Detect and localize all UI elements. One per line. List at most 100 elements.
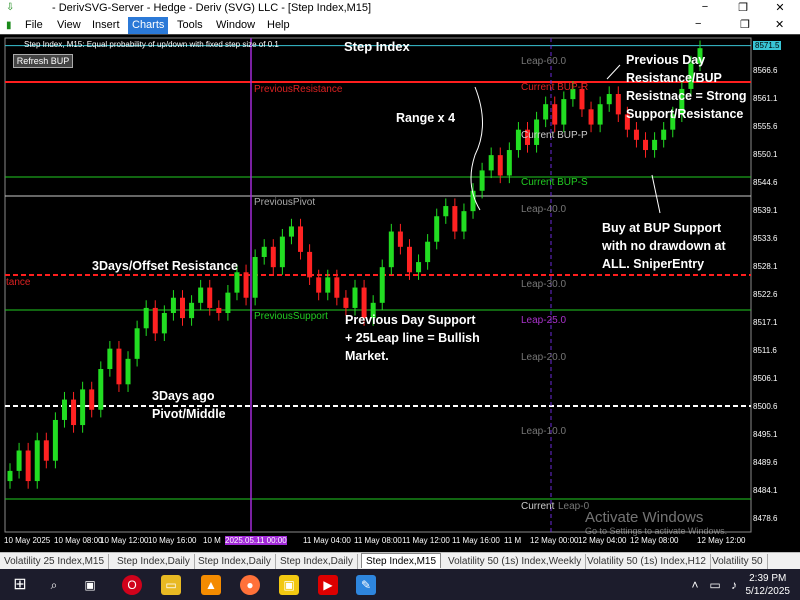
resistance-arrow: [606, 64, 621, 80]
vlc-icon[interactable]: ▲: [201, 575, 221, 595]
candle-body: [652, 139, 658, 151]
candle-body: [270, 246, 276, 268]
time-tick-label: 11 May 08:00: [354, 536, 402, 545]
network-icon[interactable]: ▭: [705, 575, 725, 595]
candle-body: [425, 241, 431, 263]
candle-body: [379, 267, 385, 303]
price-tick-label: 8550.1: [753, 149, 778, 159]
candle-body: [606, 94, 612, 105]
refresh-bup-button[interactable]: Refresh BUP: [13, 54, 73, 68]
candle-body: [34, 440, 40, 482]
menu-tools[interactable]: Tools: [177, 19, 203, 31]
chart-tab[interactable]: Volatility 50 (1s) Index,H12: [583, 554, 711, 569]
time-tick-label: 12 May 12:00: [697, 536, 746, 545]
opera-icon[interactable]: O: [122, 575, 142, 595]
menu-file[interactable]: File: [25, 19, 43, 31]
price-tick-label: 8571.5: [753, 40, 782, 50]
candle-body: [288, 226, 294, 237]
candle-body: [152, 307, 158, 334]
app-yellow-icon[interactable]: ▣: [279, 575, 299, 595]
task-view-icon[interactable]: ▣: [80, 575, 100, 595]
candle-body: [561, 99, 567, 125]
close-button[interactable]: ✕: [765, 1, 795, 14]
time-tick-label: 11 May 12:00: [402, 536, 450, 545]
child-close[interactable]: ✕: [775, 18, 784, 31]
child-restore[interactable]: ❐: [740, 18, 750, 31]
chart-icon: ▮: [6, 20, 12, 31]
chart-tab[interactable]: Step Index,Daily: [276, 554, 358, 569]
restore-button[interactable]: ❐: [728, 1, 758, 14]
offset-resistance-annotation: 3Days/Offset Resistance: [92, 259, 238, 273]
search-icon[interactable]: ⌕: [44, 575, 64, 595]
deriv-icon[interactable]: ▶: [318, 575, 338, 595]
range-annotation: Range x 4: [396, 111, 456, 125]
candle-body: [343, 297, 349, 308]
candle-body: [170, 297, 176, 314]
taskbar-clock[interactable]: 2:39 PM 5/12/2025: [746, 572, 791, 598]
file-explorer-icon[interactable]: ▭: [161, 575, 181, 595]
candle-body: [615, 94, 621, 115]
price-tick-label: 8484.1: [753, 485, 778, 495]
menu-charts[interactable]: Charts: [128, 17, 169, 34]
candle-body: [552, 104, 558, 125]
menu-help[interactable]: Help: [267, 19, 290, 31]
price-tick-label: 8517.1: [753, 317, 778, 327]
candle-body: [180, 297, 185, 319]
chart-window[interactable]: Step Index, M15: Equal probability of up…: [0, 34, 800, 550]
leap20-label: Leap-20.0: [521, 352, 567, 363]
candle-body: [43, 440, 49, 461]
time-tick-label: 12 May 08:00: [630, 536, 679, 545]
candle-body: [125, 358, 131, 385]
price-tick-label: 8539.1: [753, 205, 778, 215]
time-tick-label: 12 May 00:00: [530, 536, 579, 545]
candle-body: [207, 287, 213, 308]
chart-tab[interactable]: Step Index,M15: [361, 553, 442, 568]
candle-body: [234, 272, 240, 293]
tray-chevron-icon[interactable]: ˄: [685, 575, 705, 595]
chart-tab[interactable]: Volatility 25 Index,M15: [0, 554, 110, 569]
previous-pivot-label: PreviousPivot: [254, 197, 316, 208]
pivot-annotation: 3Days ago Pivot/Middle: [152, 389, 226, 421]
paint-icon[interactable]: ✎: [356, 575, 376, 595]
candle-body: [134, 328, 140, 359]
candle-body: [497, 155, 503, 176]
window-title: - DerivSVG-Server - Hedge - Deriv (SVG) …: [52, 2, 372, 14]
chart-tab[interactable]: Volatility 50: [708, 554, 768, 569]
candle-body: [16, 450, 22, 471]
leap60-label: Leap-60.0: [521, 56, 567, 67]
time-tick-label: 10 M: [203, 536, 221, 545]
menu-insert[interactable]: Insert: [92, 19, 120, 31]
candle-body: [643, 139, 649, 151]
current-label-bottom: Current: [521, 501, 555, 512]
candle-body: [488, 155, 494, 171]
candle-body: [452, 206, 458, 232]
windows-start-icon[interactable]: ⊞: [10, 575, 30, 595]
candle-body: [316, 277, 322, 293]
chart-title: Step Index: [344, 39, 410, 54]
time-tick-label: 2025.05.11 00:00: [225, 536, 287, 545]
candle-body: [597, 104, 603, 125]
candle-body: [261, 246, 267, 257]
chart-tab[interactable]: Step Index,Daily: [194, 554, 276, 569]
candle-body: [116, 348, 122, 385]
time-tick-label: 11 May 04:00: [303, 536, 351, 545]
app-icon: ⇩: [6, 2, 15, 13]
time-tick-label: 12 May 04:00: [578, 536, 627, 545]
chart-tab[interactable]: Step Index,Daily: [113, 554, 195, 569]
candle-body: [216, 307, 222, 314]
candle-body: [334, 277, 340, 298]
prev-support-annotation: Previous Day Support + 25Leap line = Bull…: [345, 313, 480, 363]
candle-body: [443, 206, 449, 217]
volume-icon[interactable]: ♪: [724, 575, 744, 595]
candle-body: [279, 236, 285, 268]
minimize-button[interactable]: −: [690, 1, 720, 13]
price-tick-label: 8561.1: [753, 93, 778, 103]
child-minimize[interactable]: −: [695, 18, 701, 30]
candle-body: [161, 313, 167, 334]
candle-body: [252, 256, 258, 298]
menu-window[interactable]: Window: [216, 19, 255, 31]
chart-tab[interactable]: Volatility 50 (1s) Index,Weekly: [444, 554, 587, 569]
firefox-icon[interactable]: ●: [240, 575, 260, 595]
menu-view[interactable]: View: [57, 19, 81, 31]
candle-body: [397, 231, 403, 247]
